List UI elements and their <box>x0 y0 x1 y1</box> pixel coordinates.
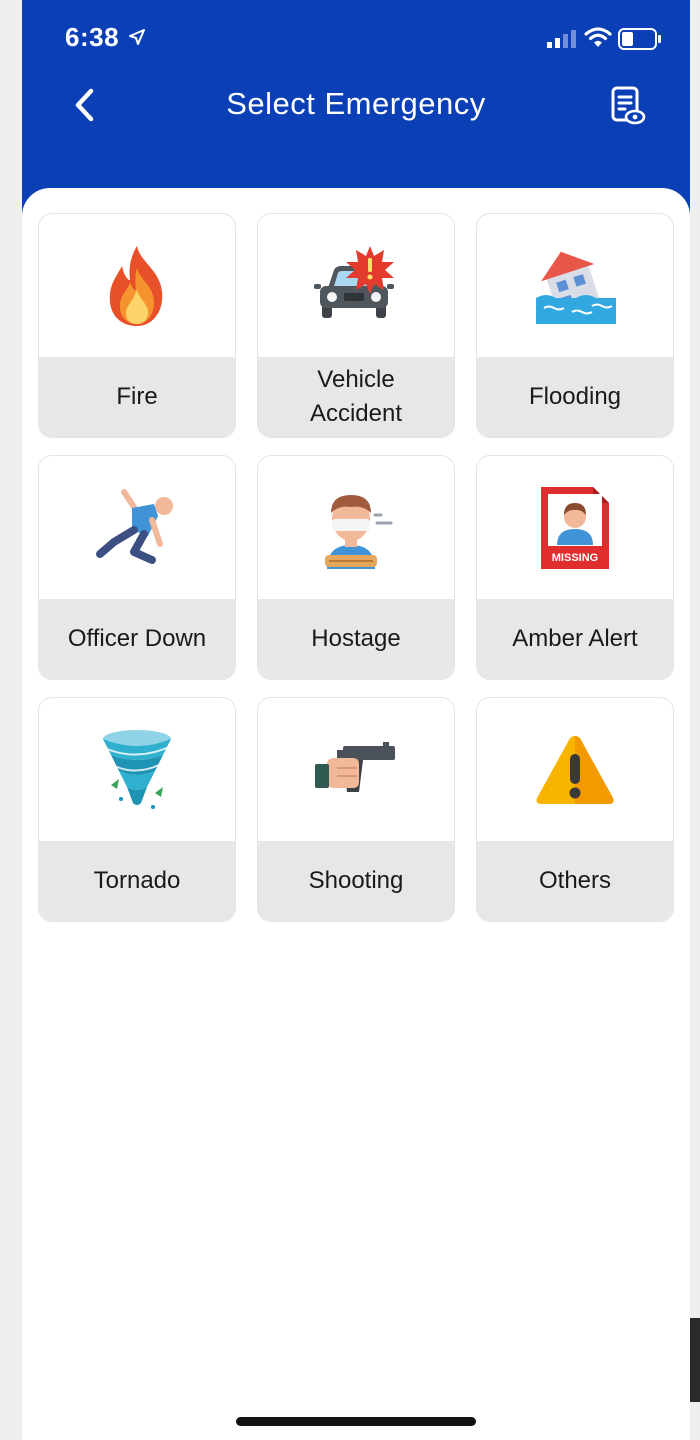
cellular-signal-icon <box>547 30 577 53</box>
emergency-card-shooting[interactable]: Shooting <box>257 697 455 922</box>
missing-badge-text: MISSING <box>552 552 598 564</box>
wifi-icon <box>584 26 612 53</box>
status-bar: 6:38 <box>22 22 690 58</box>
back-button[interactable] <box>62 80 106 130</box>
fire-icon <box>109 245 163 326</box>
card-label: Flooding <box>528 383 622 410</box>
card-label: Others <box>538 867 612 894</box>
card-label: Hostage <box>311 625 401 652</box>
gun-icon <box>315 741 395 792</box>
emergency-card-vehicle-accident[interactable]: Vehicle Accident <box>257 213 455 438</box>
tornado-icon <box>103 729 171 809</box>
battery-icon <box>618 28 662 55</box>
navigation-bar: Select Emergency <box>22 72 690 136</box>
card-label: Vehicle Accident <box>309 366 403 427</box>
chevron-left-icon <box>75 88 94 122</box>
emergency-card-tornado[interactable]: Tornado <box>38 697 236 922</box>
page-title: Select Emergency <box>226 86 486 121</box>
emergency-card-others[interactable]: Others <box>476 697 674 922</box>
emergency-card-amber-alert[interactable]: MISSING Amber Alert <box>476 455 674 680</box>
card-label: Shooting <box>308 867 404 894</box>
flooding-icon <box>536 251 616 324</box>
hostage-icon <box>325 494 393 569</box>
emergency-selection-sheet: Fire Vehicle Accident Flooding Officer D… <box>22 188 690 1440</box>
edge-handle <box>690 1318 700 1402</box>
view-reports-button[interactable] <box>606 84 650 128</box>
vehicle-accident-icon <box>314 245 394 318</box>
warning-icon <box>536 735 614 804</box>
missing-poster-icon: MISSING <box>541 486 609 569</box>
officer-down-icon <box>96 488 173 564</box>
emergency-card-officer-down[interactable]: Officer Down <box>38 455 236 680</box>
location-arrow-icon <box>128 28 146 51</box>
emergency-card-hostage[interactable]: Hostage <box>257 455 455 680</box>
card-label: Officer Down <box>67 625 207 652</box>
card-label: Amber Alert <box>512 625 638 652</box>
emergency-grid: Fire Vehicle Accident Flooding Officer D… <box>38 213 674 922</box>
report-view-icon <box>611 86 646 125</box>
card-label: Tornado <box>93 867 181 894</box>
emergency-card-flooding[interactable]: Flooding <box>476 213 674 438</box>
status-time: 6:38 <box>65 22 120 52</box>
emergency-card-fire[interactable]: Fire <box>38 213 236 438</box>
card-label: Fire <box>116 383 158 410</box>
phone-screen: 6:38 Select Emergency Fire Vehicle Accid… <box>22 0 690 1440</box>
home-indicator <box>236 1417 476 1426</box>
